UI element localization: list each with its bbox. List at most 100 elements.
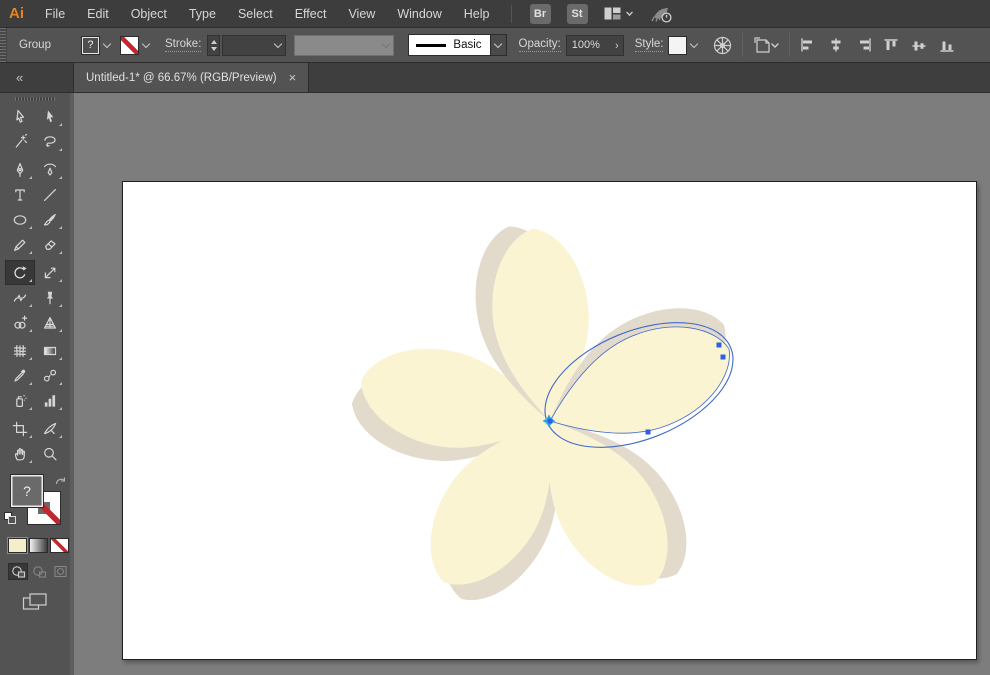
menu-item-effect[interactable]: Effect [284, 0, 338, 28]
lasso-tool[interactable] [35, 129, 65, 154]
chevron-down-icon [493, 39, 503, 49]
eraser-tool[interactable] [35, 232, 65, 257]
vertical-align-center-button[interactable] [910, 36, 929, 55]
none-button[interactable] [50, 538, 69, 553]
menu-item-type[interactable]: Type [178, 0, 227, 28]
type-tool-icon [15, 188, 25, 201]
gradient-tool[interactable] [35, 338, 65, 363]
isolate-selected-object-button[interactable] [751, 34, 781, 56]
vertical-align-bottom-button[interactable] [938, 36, 957, 55]
stroke-weight-label[interactable]: Stroke: [164, 38, 202, 52]
artboard[interactable] [122, 181, 977, 660]
graphic-style-control[interactable] [668, 35, 701, 55]
draw-behind-button[interactable] [29, 563, 49, 580]
rotate-tool[interactable] [5, 260, 35, 285]
bridge-button[interactable]: Br [529, 3, 551, 24]
document-tab[interactable]: Untitled-1* @ 66.67% (RGB/Preview) × [74, 63, 310, 92]
collapse-panel-button[interactable]: « [16, 70, 23, 85]
menu-item-edit[interactable]: Edit [76, 0, 120, 28]
illustrator-logo[interactable]: Ai [9, 5, 24, 22]
width-tool-icon [13, 293, 27, 302]
draw-normal-icon [11, 566, 25, 578]
style-label[interactable]: Style: [634, 38, 664, 52]
magic-wand-tool[interactable] [5, 129, 35, 154]
control-divider [789, 33, 791, 57]
opacity-label[interactable]: Opacity: [518, 38, 561, 52]
column-graph-tool[interactable] [35, 388, 65, 413]
change-screen-mode-button[interactable] [20, 592, 50, 612]
paintbrush-tool[interactable] [35, 207, 65, 232]
pen-tool[interactable] [5, 157, 35, 182]
menu-bar: Ai File Edit Object Type Select Effect View Win… [0, 0, 990, 28]
menu-item-file[interactable]: File [34, 0, 76, 28]
curvature-tool-icon [43, 163, 57, 176]
stroke-weight-select[interactable] [222, 34, 287, 56]
scale-tool[interactable] [35, 260, 65, 285]
canvas-pasteboard[interactable] [74, 93, 990, 675]
slice-tool[interactable] [35, 416, 65, 441]
graphic-style-swatch[interactable] [668, 35, 688, 55]
symbol-sprayer-tool[interactable] [5, 388, 35, 413]
menu-item-window[interactable]: Window [386, 0, 452, 28]
pencil-tool[interactable] [5, 232, 35, 257]
draw-normal-button[interactable] [8, 563, 28, 580]
line-segment-tool[interactable] [35, 182, 65, 207]
zoom-tool[interactable] [35, 441, 65, 466]
panel-grip[interactable] [0, 28, 7, 62]
menu-item-view[interactable]: View [337, 0, 386, 28]
mesh-tool-icon [13, 344, 27, 357]
draw-inside-button[interactable] [50, 563, 70, 580]
ellipse-tool[interactable] [5, 207, 35, 232]
hand-tool[interactable] [5, 441, 35, 466]
horizontal-align-right-button[interactable] [854, 36, 873, 55]
type-tool[interactable] [5, 182, 35, 207]
gradient-button[interactable] [29, 538, 48, 553]
stroke-color-control[interactable] [119, 35, 153, 55]
gpu-performance-button[interactable] [649, 3, 675, 25]
blend-tool[interactable] [35, 363, 65, 388]
menu-item-select[interactable]: Select [227, 0, 284, 28]
eyedropper-tool[interactable] [5, 363, 35, 388]
workspace-switcher[interactable] [604, 7, 633, 20]
artboard-tool[interactable] [5, 416, 35, 441]
shape-builder-tool[interactable] [5, 310, 35, 335]
panel-grip[interactable] [15, 97, 55, 101]
mesh-tool[interactable] [5, 338, 35, 363]
tools-grid [0, 104, 70, 466]
color-button[interactable] [8, 538, 27, 553]
direct-selection-tool[interactable] [35, 104, 65, 129]
stroke-swatch-none[interactable] [119, 35, 139, 55]
swap-fill-stroke-button[interactable] [54, 475, 67, 493]
horizontal-align-left-button[interactable] [798, 36, 817, 55]
workspace-layout-icon [604, 7, 620, 20]
tab-close-button[interactable]: × [289, 71, 297, 84]
selection-tool[interactable] [5, 104, 35, 129]
tool-group [0, 338, 70, 413]
stock-button[interactable]: St [566, 3, 588, 24]
vertical-align-top-button[interactable] [882, 36, 901, 55]
default-stroke-icon [8, 516, 16, 524]
horizontal-align-center-button[interactable] [826, 36, 845, 55]
fill-swatch[interactable]: ? [80, 35, 100, 55]
fill-color-indicator[interactable]: ? [10, 474, 44, 508]
stroke-weight-stepper[interactable] [207, 34, 221, 56]
stepper-down-icon[interactable] [210, 46, 217, 51]
width-tool[interactable] [5, 285, 35, 310]
horizontal-align-right-icon [860, 37, 872, 52]
stepper-up-icon[interactable] [210, 39, 217, 44]
perspective-grid-tool[interactable] [35, 310, 65, 335]
brush-chevron-segment[interactable] [489, 35, 506, 55]
fill-color-control[interactable]: ? [80, 35, 114, 55]
brush-definition-select[interactable]: Basic [408, 34, 507, 56]
menu-item-help[interactable]: Help [453, 0, 501, 28]
puppet-warp-tool[interactable] [35, 285, 65, 310]
illustrator-window: Ai File Edit Object Type Select Effect View Win… [0, 0, 990, 675]
menu-item-object[interactable]: Object [120, 0, 178, 28]
opacity-arrow-icon[interactable]: › [615, 40, 619, 52]
curvature-tool[interactable] [35, 157, 65, 182]
vertical-align-bottom-icon [940, 41, 955, 52]
control-bar: Group ? Stroke: Basic Opacity: 100% › St… [0, 28, 990, 63]
recolor-artwork-button[interactable] [711, 34, 734, 57]
opacity-input[interactable]: 100% › [565, 34, 624, 56]
selection-type-label: Group [19, 39, 51, 51]
